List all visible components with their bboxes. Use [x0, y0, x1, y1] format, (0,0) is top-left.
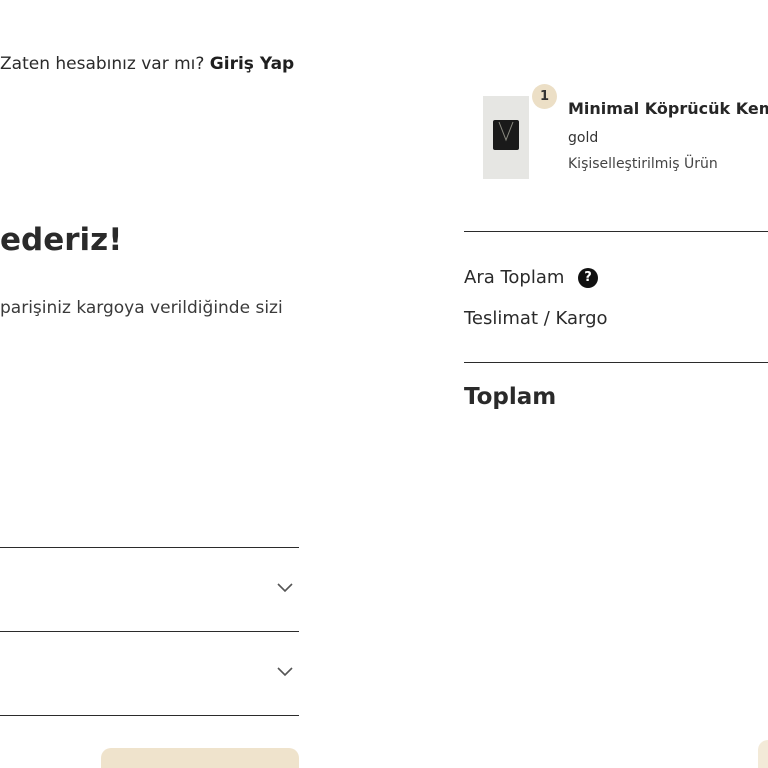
- submit-button[interactable]: [101, 748, 299, 768]
- confirmation-title: ederiz!: [0, 222, 123, 258]
- chevron-down-icon: [277, 667, 293, 677]
- login-prompt: Zaten hesabınız var mı? Giriş Yap: [0, 54, 294, 74]
- dropdown-field-1[interactable]: [0, 549, 299, 631]
- dropdown-field-2[interactable]: [0, 633, 299, 715]
- total-label: Toplam: [464, 384, 557, 410]
- quantity-badge: 1: [532, 84, 557, 109]
- product-personalization: Kişiselleştirilmiş Ürün: [568, 156, 718, 172]
- help-icon[interactable]: ?: [578, 268, 598, 288]
- product-thumbnail: [483, 96, 529, 179]
- chevron-down-icon: [277, 583, 293, 593]
- divider: [0, 631, 299, 632]
- partial-button[interactable]: [758, 740, 768, 768]
- necklace-product-image: [483, 96, 529, 179]
- login-question: Zaten hesabınız var mı?: [0, 54, 205, 74]
- checkout-page: Zaten hesabınız var mı? Giriş Yap ederiz…: [0, 0, 768, 768]
- login-link[interactable]: Giriş Yap: [210, 54, 294, 74]
- divider: [464, 231, 768, 232]
- divider: [0, 715, 299, 716]
- product-name: Minimal Köprücük Kemiği: [568, 99, 768, 118]
- divider: [464, 362, 768, 363]
- shipping-label: Teslimat / Kargo: [464, 308, 608, 329]
- product-variant: gold: [568, 130, 599, 146]
- confirmation-text: parişiniz kargoya verildiğinde sizi: [0, 298, 283, 318]
- subtotal-label: Ara Toplam: [464, 267, 565, 288]
- divider: [0, 547, 299, 548]
